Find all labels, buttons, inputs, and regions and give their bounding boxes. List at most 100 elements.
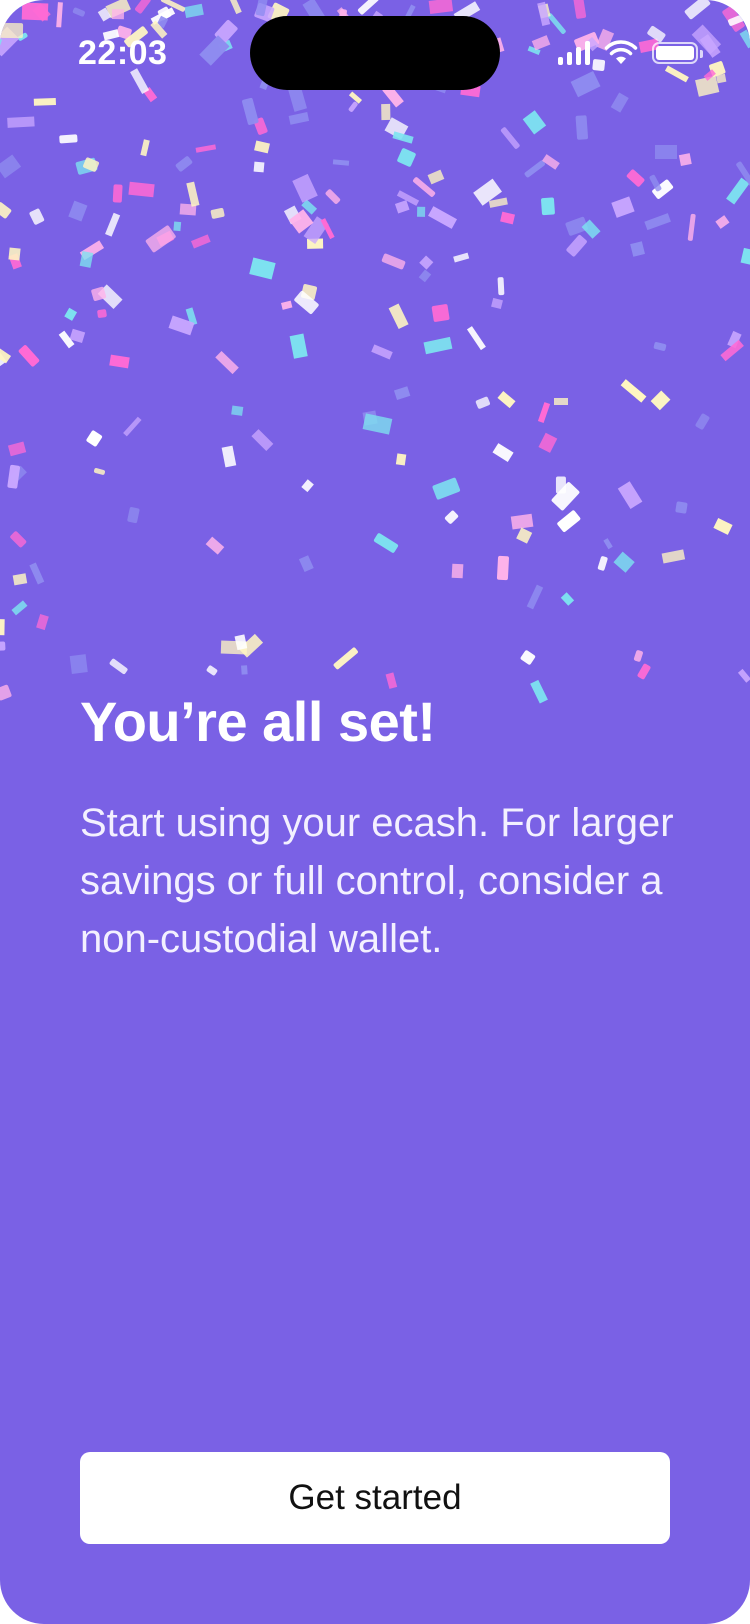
- confetti-piece: [76, 157, 99, 175]
- confetti-piece: [292, 173, 318, 203]
- confetti-piece: [675, 500, 688, 514]
- confetti-piece: [283, 205, 302, 225]
- confetti-piece: [140, 139, 150, 157]
- confetti-piece: [253, 161, 265, 174]
- confetti-piece: [248, 257, 275, 280]
- confetti-piece: [18, 344, 41, 368]
- confetti-piece: [8, 253, 23, 270]
- confetti-piece: [648, 174, 662, 192]
- confetti-piece: [348, 100, 359, 112]
- confetti-piece: [174, 155, 193, 173]
- confetti-piece: [427, 170, 445, 185]
- confetti-piece: [36, 614, 49, 630]
- confetti-piece: [443, 509, 459, 525]
- confetti-piece: [307, 239, 324, 250]
- confetti-piece: [720, 339, 744, 362]
- confetti-piece: [522, 110, 547, 135]
- confetti-piece: [0, 684, 13, 702]
- confetti-piece: [82, 156, 100, 173]
- confetti-piece: [679, 152, 693, 166]
- confetti-piece: [417, 207, 426, 218]
- confetti-piece: [174, 221, 182, 232]
- confetti-piece: [603, 538, 613, 550]
- confetti-piece: [58, 134, 78, 144]
- confetti-piece: [541, 153, 560, 170]
- confetti-piece: [289, 333, 309, 359]
- confetti-piece: [9, 530, 27, 548]
- confetti-piece: [239, 633, 264, 658]
- confetti-piece: [428, 206, 458, 229]
- confetti-piece: [241, 665, 248, 675]
- confetti-piece: [332, 159, 349, 166]
- confetti-piece: [373, 532, 399, 554]
- confetti-piece: [108, 658, 129, 676]
- confetti-piece: [123, 416, 142, 437]
- confetti-piece: [630, 241, 646, 257]
- confetti-piece: [0, 641, 6, 651]
- onboarding-screen: 22:03 You’re all set! Start using your e…: [0, 0, 750, 1624]
- confetti-piece: [67, 200, 88, 222]
- confetti-piece: [0, 619, 5, 636]
- confetti-piece: [8, 465, 27, 484]
- confetti-piece: [654, 145, 678, 159]
- dynamic-island: [250, 16, 500, 90]
- confetti-piece: [576, 115, 589, 140]
- confetti-piece: [0, 345, 12, 364]
- confetti-piece: [7, 464, 21, 490]
- get-started-button[interactable]: Get started: [80, 1452, 670, 1544]
- confetti-piece: [564, 216, 588, 237]
- cellular-signal-icon: [558, 41, 590, 65]
- confetti-piece: [740, 247, 750, 267]
- confetti-piece: [0, 154, 21, 179]
- confetti-piece: [221, 445, 237, 468]
- confetti-piece: [651, 179, 674, 200]
- confetti-piece: [109, 354, 130, 369]
- confetti-piece: [28, 562, 45, 586]
- confetti-piece: [419, 256, 434, 271]
- status-bar: 22:03: [0, 0, 750, 100]
- confetti-piece: [473, 178, 503, 206]
- confetti-piece: [497, 276, 505, 295]
- confetti-piece: [467, 326, 487, 351]
- confetti-piece: [687, 214, 696, 242]
- confetti-piece: [392, 131, 414, 144]
- battery-icon: [652, 42, 703, 64]
- confetti-piece: [380, 252, 406, 270]
- confetti-piece: [726, 330, 742, 348]
- confetti-piece: [453, 253, 470, 263]
- confetti-piece: [554, 398, 568, 406]
- confetti-piece: [210, 207, 226, 220]
- confetti-piece: [144, 224, 177, 253]
- confetti-piece: [538, 402, 551, 424]
- confetti-piece: [180, 203, 197, 217]
- confetti-piece: [105, 213, 121, 238]
- confetti-piece: [431, 303, 450, 322]
- confetti-piece: [126, 506, 140, 524]
- confetti-piece: [500, 212, 516, 226]
- confetti-piece: [215, 350, 239, 375]
- status-time: 22:03: [78, 34, 168, 72]
- confetti-piece: [613, 551, 635, 573]
- confetti-piece: [381, 103, 391, 120]
- confetti-piece: [300, 283, 318, 301]
- confetti-piece: [617, 481, 642, 510]
- confetti-piece: [625, 168, 646, 188]
- confetti-piece: [490, 297, 503, 310]
- confetti-piece: [281, 301, 293, 311]
- confetti-piece: [565, 234, 588, 258]
- confetti-piece: [500, 126, 520, 149]
- confetti-piece: [451, 563, 463, 579]
- confetti-piece: [538, 432, 558, 453]
- confetti-piece: [519, 649, 536, 665]
- onboarding-description: Start using your ecash. For larger savin…: [80, 801, 674, 961]
- confetti-piece: [713, 517, 733, 535]
- confetti-piece: [411, 176, 436, 199]
- confetti-piece: [251, 429, 274, 451]
- confetti-piece: [97, 309, 108, 319]
- confetti-piece: [424, 337, 453, 355]
- confetti-piece: [195, 144, 216, 153]
- confetti-piece: [64, 308, 77, 321]
- page-title: You’re all set!: [80, 690, 436, 753]
- confetti-piece: [610, 196, 635, 219]
- confetti-piece: [80, 240, 104, 261]
